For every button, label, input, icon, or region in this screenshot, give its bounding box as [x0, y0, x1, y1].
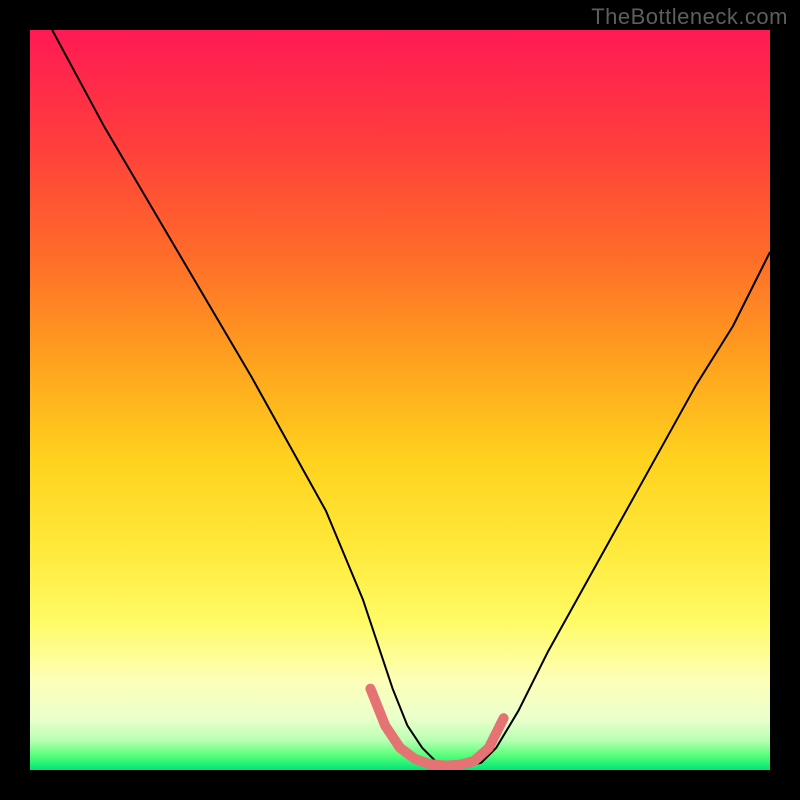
optimal-zone — [370, 689, 503, 766]
primary-curve — [52, 30, 770, 766]
chart-frame: TheBottleneck.com — [0, 0, 800, 800]
watermark-text: TheBottleneck.com — [591, 4, 788, 30]
curve-svg — [30, 30, 770, 770]
plot-area — [30, 30, 770, 770]
